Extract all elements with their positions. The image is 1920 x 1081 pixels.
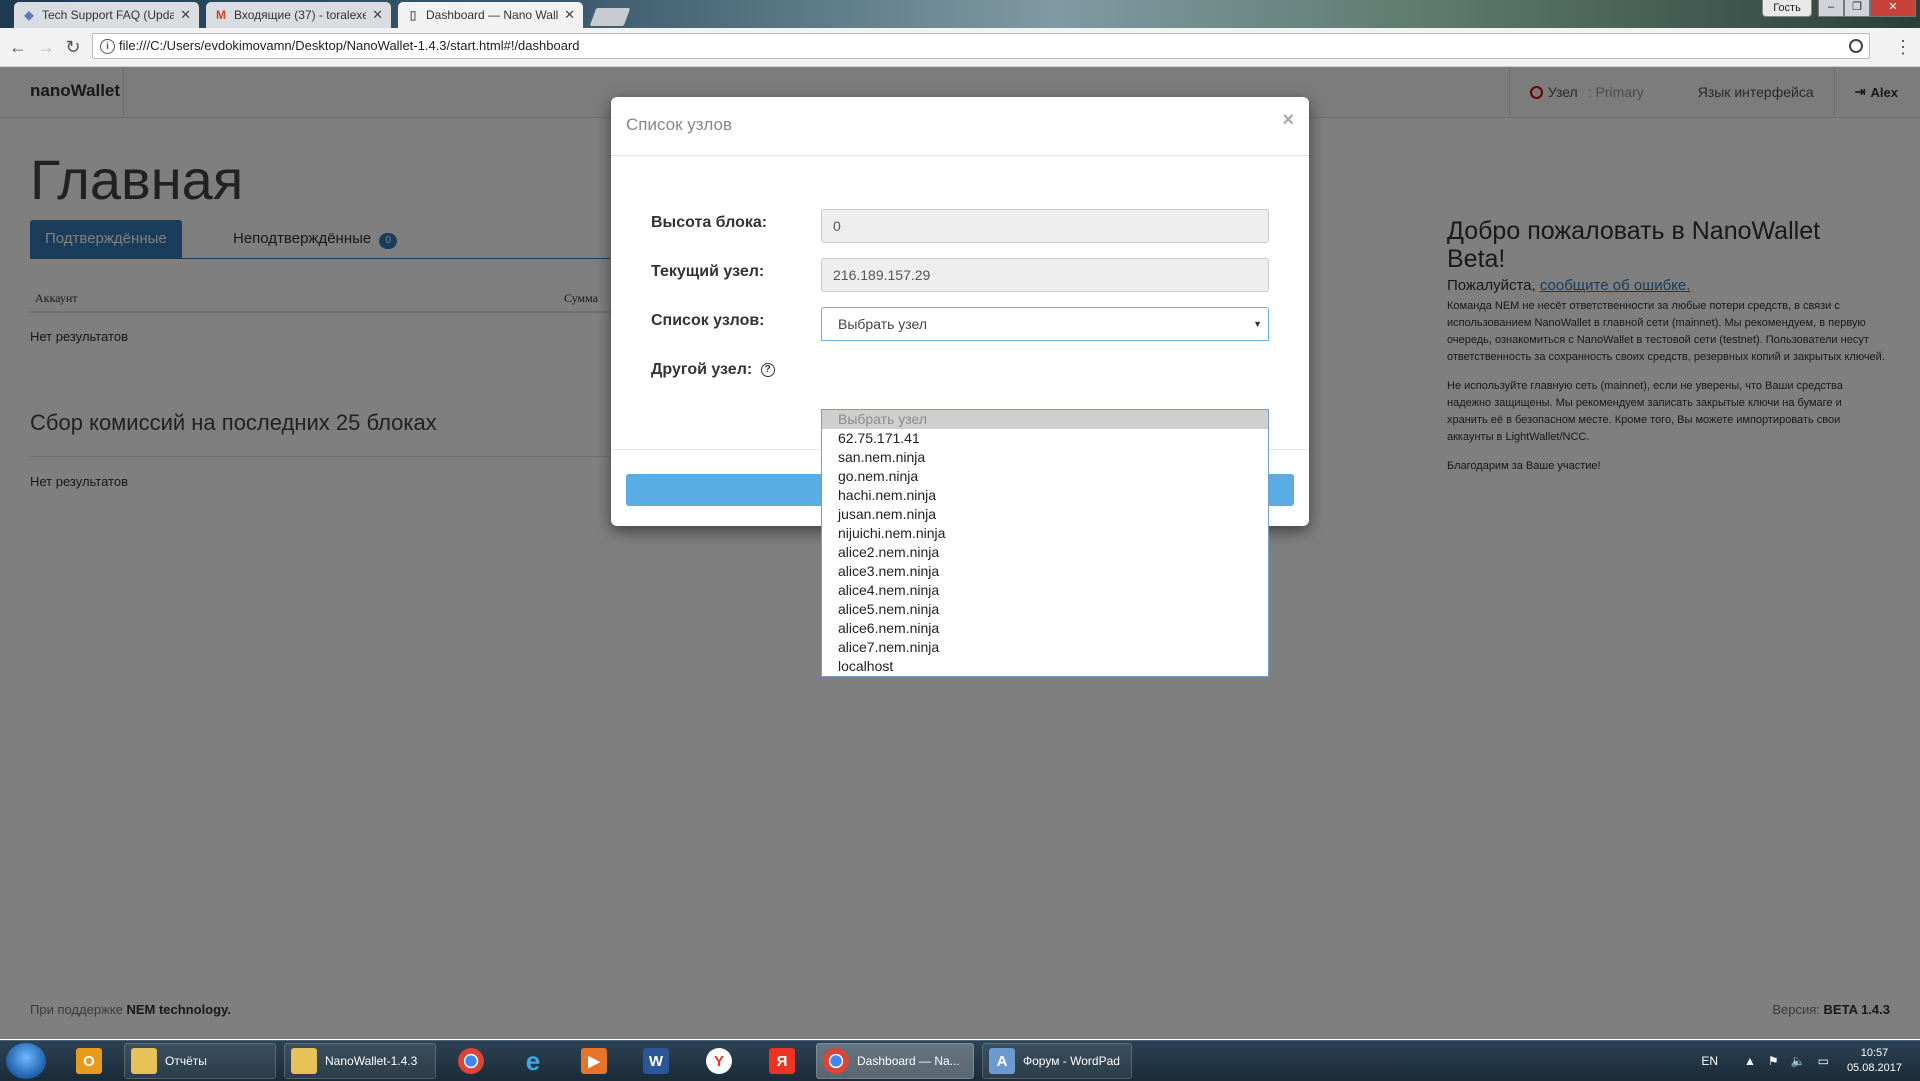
action-center-icon[interactable]: ⚑ [1768, 1054, 1779, 1068]
dropdown-option[interactable]: localhost [822, 657, 1268, 676]
media-player-taskbar-icon[interactable]: ▶ [575, 1043, 615, 1079]
dropdown-option[interactable]: san.nem.ninja [822, 448, 1268, 467]
page-icon: ▯ [409, 8, 417, 22]
window-controls: – ❐ ✕ [1818, 0, 1916, 17]
yandex-browser-icon: Y [706, 1048, 732, 1074]
guest-profile-button[interactable]: Гость [1762, 0, 1812, 17]
dropdown-option[interactable]: alice6.nem.ninja [822, 619, 1268, 638]
dropdown-option[interactable]: hachi.nem.ninja [822, 486, 1268, 505]
clock-time: 10:57 [1860, 1047, 1889, 1059]
folder-icon [291, 1048, 317, 1074]
taskbar-item-label: Отчёты [165, 1054, 207, 1068]
dropdown-arrow-icon: ▼ [1253, 319, 1262, 329]
taskbar-item[interactable]: A Форум - WordPad [982, 1043, 1132, 1079]
dropdown-option[interactable]: alice2.nem.ninja [822, 543, 1268, 562]
address-bar: ← → ↻ i file:///C:/Users/evdokimovamn/De… [0, 28, 1920, 67]
modal-header: Список узлов × [611, 97, 1309, 156]
url-input[interactable]: i file:///C:/Users/evdokimovamn/Desktop/… [92, 33, 1870, 59]
browser-tabbar: ◆ Tech Support FAQ (Upda ✕ M Входящие (3… [0, 0, 1920, 28]
network-icon[interactable]: ▭ [1818, 1054, 1829, 1068]
page-content: nanoWallet Узел : Primary Язык интерфейс… [0, 67, 1920, 1039]
dropdown-option[interactable]: go.nem.ninja [822, 467, 1268, 486]
taskbar-item-label: Форум - WordPad [1023, 1054, 1120, 1068]
other-node-label-text: Другой узел: [651, 361, 753, 378]
node-list-selected: Выбрать узел [838, 316, 928, 332]
start-button[interactable] [6, 1043, 46, 1079]
tab-title: Dashboard — Nano Wall [426, 8, 559, 22]
node-list-select[interactable]: Выбрать узел ▼ [821, 307, 1269, 341]
tab-title: Tech Support FAQ (Upda [42, 8, 175, 22]
gmail-icon: M [216, 8, 226, 22]
chrome-taskbar-icon[interactable] [452, 1043, 492, 1079]
dropdown-option[interactable]: alice5.nem.ninja [822, 600, 1268, 619]
minimize-button[interactable]: – [1818, 0, 1844, 17]
word-icon: W [643, 1048, 669, 1074]
dropdown-option[interactable]: Выбрать узел [822, 410, 1268, 429]
close-icon[interactable]: ✕ [372, 7, 383, 23]
taskbar-item-label: Dashboard — Na... [857, 1054, 960, 1068]
chrome-icon [458, 1048, 484, 1074]
shield-icon: ◆ [24, 8, 34, 22]
yandex-icon: Я [769, 1048, 795, 1074]
close-icon[interactable]: × [1282, 109, 1294, 132]
reload-icon[interactable]: ↻ [63, 37, 83, 57]
other-node-label: Другой узел: ? [651, 361, 775, 379]
current-node-label: Текущий узел: [651, 263, 765, 280]
system-tray: EN ▲ ⚑ 🔈 ▭ 10:57 05.08.2017 [1695, 1041, 1920, 1081]
outlook-taskbar-icon[interactable]: O [70, 1043, 110, 1079]
outlook-icon: O [76, 1048, 102, 1074]
wordpad-icon: A [989, 1048, 1015, 1074]
close-icon[interactable]: ✕ [564, 7, 575, 23]
dropdown-option[interactable]: nijuichi.nem.ninja [822, 524, 1268, 543]
yandex-browser-taskbar-icon[interactable]: Y [700, 1043, 740, 1079]
dropdown-option[interactable]: alice7.nem.ninja [822, 638, 1268, 657]
word-taskbar-icon[interactable]: W [637, 1043, 677, 1079]
yandex-taskbar-icon[interactable]: Я [763, 1043, 803, 1079]
modal-title: Список узлов [626, 115, 732, 134]
clock-date: 05.08.2017 [1846, 1062, 1902, 1074]
browser-tab-active[interactable]: ▯ Dashboard — Nano Wall ✕ [398, 2, 583, 28]
internet-explorer-icon: e [525, 1045, 541, 1076]
taskbar-item-label: NanoWallet-1.4.3 [325, 1054, 418, 1068]
dropdown-option[interactable]: alice4.nem.ninja [822, 581, 1268, 600]
node-list-dropdown: Выбрать узел 62.75.171.41 san.nem.ninja … [821, 409, 1269, 677]
close-icon[interactable]: ✕ [180, 7, 191, 23]
ie-taskbar-icon[interactable]: e [514, 1043, 554, 1079]
chrome-icon [823, 1048, 849, 1074]
media-player-icon: ▶ [581, 1048, 607, 1074]
block-height-field: 0 [821, 209, 1269, 243]
forward-icon[interactable]: → [36, 37, 56, 57]
dropdown-option[interactable]: jusan.nem.ninja [822, 505, 1268, 524]
taskbar-item[interactable]: NanoWallet-1.4.3 [284, 1043, 436, 1079]
browser-tab[interactable]: ◆ Tech Support FAQ (Upda ✕ [14, 2, 199, 28]
url-text: file:///C:/Users/evdokimovamn/Desktop/Na… [119, 38, 580, 53]
block-height-label: Высота блока: [651, 214, 768, 231]
clock[interactable]: 10:57 05.08.2017 [1847, 1046, 1902, 1076]
dropdown-option[interactable]: 62.75.171.41 [822, 429, 1268, 448]
maximize-button[interactable]: ❐ [1844, 0, 1870, 17]
tab-title: Входящие (37) - toralexe [234, 8, 367, 22]
taskbar-item-active[interactable]: Dashboard — Na... [816, 1043, 974, 1079]
info-icon[interactable]: i [100, 39, 115, 54]
current-node-field: 216.189.157.29 [821, 258, 1269, 292]
back-icon[interactable]: ← [8, 37, 28, 57]
volume-icon[interactable]: 🔈 [1791, 1054, 1806, 1068]
taskbar: O Отчёты NanoWallet-1.4.3 e ▶ W Y Я Dash… [0, 1040, 1920, 1081]
folder-icon [131, 1048, 157, 1074]
browser-tab[interactable]: M Входящие (37) - toralexe ✕ [206, 2, 391, 28]
menu-icon[interactable]: ⋮ [1894, 37, 1912, 58]
tray-arrow-icon[interactable]: ▲ [1744, 1054, 1756, 1068]
location-icon[interactable] [1849, 39, 1863, 53]
close-window-button[interactable]: ✕ [1870, 0, 1916, 17]
new-tab-button[interactable] [589, 8, 631, 26]
language-indicator[interactable]: EN [1701, 1054, 1718, 1068]
dropdown-option[interactable]: alice3.nem.ninja [822, 562, 1268, 581]
node-list-label: Список узлов: [651, 312, 765, 329]
help-icon[interactable]: ? [760, 363, 775, 377]
taskbar-item[interactable]: Отчёты [124, 1043, 276, 1079]
